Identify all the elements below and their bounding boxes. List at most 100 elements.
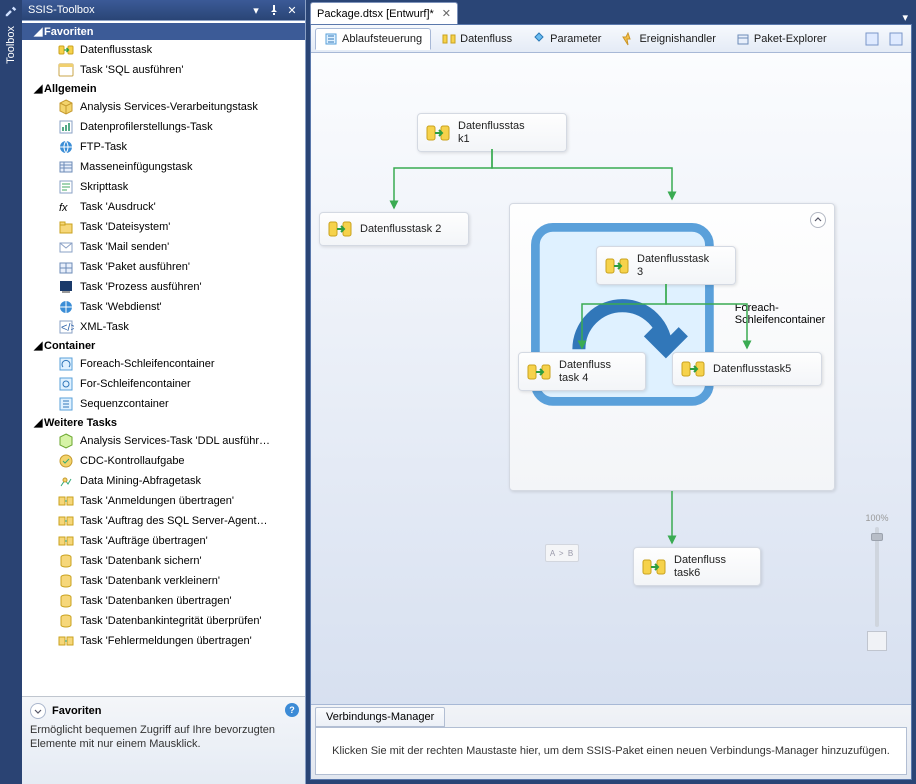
toolbox-item[interactable]: For-Schleifencontainer [22,374,305,394]
toolbox-item[interactable]: Datenflusstask [22,40,305,60]
zoom-control[interactable]: 100% [859,513,895,651]
xfer-icon [58,493,74,509]
toolbox-item[interactable]: Task 'Webdienst' [22,297,305,317]
chevron-down-icon[interactable] [30,703,46,719]
toolbox-item[interactable]: Task 'Dateisystem' [22,217,305,237]
dataflow-icon [605,256,629,276]
subtab-parameter[interactable]: Parameter [523,28,610,50]
toolbox-item-label: Task 'Paket ausführen' [80,261,190,273]
toolbox-item[interactable]: Task 'Datenbank sichern' [22,551,305,571]
zoom-fit-icon[interactable] [867,631,887,651]
dataflow-icon [642,557,666,577]
toolbox-item[interactable]: fx Task 'Ausdruck' [22,197,305,217]
collapsed-toolbox-tab[interactable]: Toolbox [0,0,22,784]
toolbox-tree[interactable]: ◢Favoriten Datenflusstask Task 'SQL ausfüh… [22,21,305,696]
close-tab-icon[interactable]: ✕ [442,7,451,20]
toolbox-item[interactable]: Foreach-Schleifencontainer [22,354,305,374]
help-icon[interactable]: ? [285,703,299,717]
toolbox-item-label: Data Mining-Abfragetask [80,475,201,487]
toolbox-item[interactable]: Task 'Fehlermeldungen übertragen' [22,631,305,651]
toolbox-item[interactable]: Task 'Paket ausführen' [22,257,305,277]
toolbox-item[interactable]: Skripttask [22,177,305,197]
toolbox-category-allgemein[interactable]: ◢Allgemein [22,80,305,97]
toolbox-item[interactable]: Task 'Aufträge übertragen' [22,531,305,551]
toolbox-item-label: Task 'Datenbanken übertragen' [80,595,232,607]
toolbox-item[interactable]: Task 'Datenbank verkleinern' [22,571,305,591]
toolbox-item[interactable]: </>XML-Task [22,317,305,337]
fs-icon [58,219,74,235]
toolbox-item-label: Task 'Aufträge übertragen' [80,535,208,547]
toolbox-item[interactable]: Analysis Services-Task 'DDL ausführ… [22,431,305,451]
toolbox-item[interactable]: Task 'Prozess ausführen' [22,277,305,297]
connmgr-tab-label: Verbindungs-Manager [326,711,434,723]
toolbox-category-container[interactable]: ◢Container [22,337,305,354]
node-datenflusstask1[interactable]: Datenflusstask1 [417,113,567,152]
db-icon [58,593,74,609]
document-tab[interactable]: Package.dtsx [Entwurf]* ✕ [310,2,458,24]
panel-close-icon[interactable]: ✕ [285,3,299,17]
param-icon [532,32,546,46]
toolbox-item[interactable]: Analysis Services-Verarbeitungstask [22,97,305,117]
toolbox-titlebar[interactable]: SSIS-Toolbox ▾ ✕ [22,0,305,20]
control-flow-canvas[interactable]: Datenflusstask1 Datenflusstask 2 Foreach… [311,53,911,704]
node-datenflusstask4[interactable]: Datenflusstask 4 [518,352,646,391]
panel-pin-icon[interactable] [267,3,281,17]
pkg-icon [58,259,74,275]
ssis-button[interactable] [885,29,907,49]
toolbox-item[interactable]: Datenprofilerstellungs-Task [22,117,305,137]
toolbox-item[interactable]: Task 'SQL ausführen' [22,60,305,80]
node-datenflusstask6[interactable]: Datenflusstask6 [633,547,761,586]
zoom-slider[interactable] [875,527,879,627]
panel-menu-icon[interactable]: ▾ [249,3,263,17]
xfer-icon [58,633,74,649]
toolbox-item[interactable]: Sequenzcontainer [22,394,305,414]
connection-manager-panel: Verbindungs-Manager Klicken Sie mit der … [311,704,911,779]
collapse-container-icon[interactable] [810,212,826,228]
toolbox-item[interactable]: Task 'Mail senden' [22,237,305,257]
svg-text:fx: fx [59,202,68,214]
subtab-paket-explorer[interactable]: Paket-Explorer [727,28,836,50]
fx-icon: fx [58,199,74,215]
toolbox-item[interactable]: Data Mining-Abfragetask [22,471,305,491]
xfer-icon [58,533,74,549]
toolbox-item[interactable]: Task 'Anmeldungen übertragen' [22,491,305,511]
toolbox-item-label: Datenflusstask [80,44,152,56]
subtab-ablaufsteuerung[interactable]: Ablaufsteuerung [315,28,431,50]
dataflow-icon [426,123,450,143]
toolbox-item[interactable]: Task 'Datenbanken übertragen' [22,591,305,611]
tab-overflow-icon[interactable]: ▾ [898,11,912,24]
node-datenflusstask5[interactable]: Datenflusstask5 [672,352,822,386]
cube2-icon [58,433,74,449]
toolbox-item-label: Task 'Auftrag des SQL Server-Agent… [80,515,268,527]
desc-title: Favoriten [52,705,102,717]
variables-button[interactable] [861,29,883,49]
zoom-thumb[interactable] [871,533,883,541]
subtab-datenfluss[interactable]: Datenfluss [433,28,521,50]
node-foreach-container[interactable]: Foreach-Schleifencontainer Datenflusstas… [509,203,835,491]
toolbox-item-label: For-Schleifencontainer [80,378,191,390]
toolbox-title: SSIS-Toolbox [28,4,245,16]
toolbox-item[interactable]: Masseneinfügungstask [22,157,305,177]
xfer-icon [58,513,74,529]
toolbox-category-favoriten[interactable]: ◢Favoriten [22,23,305,40]
db-icon [58,573,74,589]
toolbox-item-label: Task 'Prozess ausführen' [80,281,202,293]
toolbox-item[interactable]: Task 'Auftrag des SQL Server-Agent… [22,511,305,531]
profile-icon [58,119,74,135]
toolbox-item-label: Analysis Services-Task 'DDL ausführ… [80,435,270,447]
node-datenflusstask3[interactable]: Datenflusstask3 [596,246,736,285]
toolbox-item-label: Skripttask [80,181,128,193]
expression-badge[interactable]: A > B [545,544,579,562]
subtab-label: Parameter [550,33,601,45]
proc-icon [58,279,74,295]
connection-manager-body[interactable]: Klicken Sie mit der rechten Maustaste hi… [315,727,907,775]
toolbox-item[interactable]: CDC-Kontrollaufgabe [22,451,305,471]
node-datenflusstask2[interactable]: Datenflusstask 2 [319,212,469,246]
toolbox-item-label: Task 'Ausdruck' [80,201,156,213]
connection-manager-tab[interactable]: Verbindungs-Manager [315,707,445,727]
ssis-toolbox-panel: SSIS-Toolbox ▾ ✕ ◢Favoriten Datenflusstas… [22,0,306,784]
toolbox-category-weitere[interactable]: ◢Weitere Tasks [22,414,305,431]
subtab-ereignishandler[interactable]: Ereignishandler [612,28,724,50]
toolbox-item[interactable]: Task 'Datenbankintegrität überprüfen' [22,611,305,631]
toolbox-item[interactable]: FTP-Task [22,137,305,157]
